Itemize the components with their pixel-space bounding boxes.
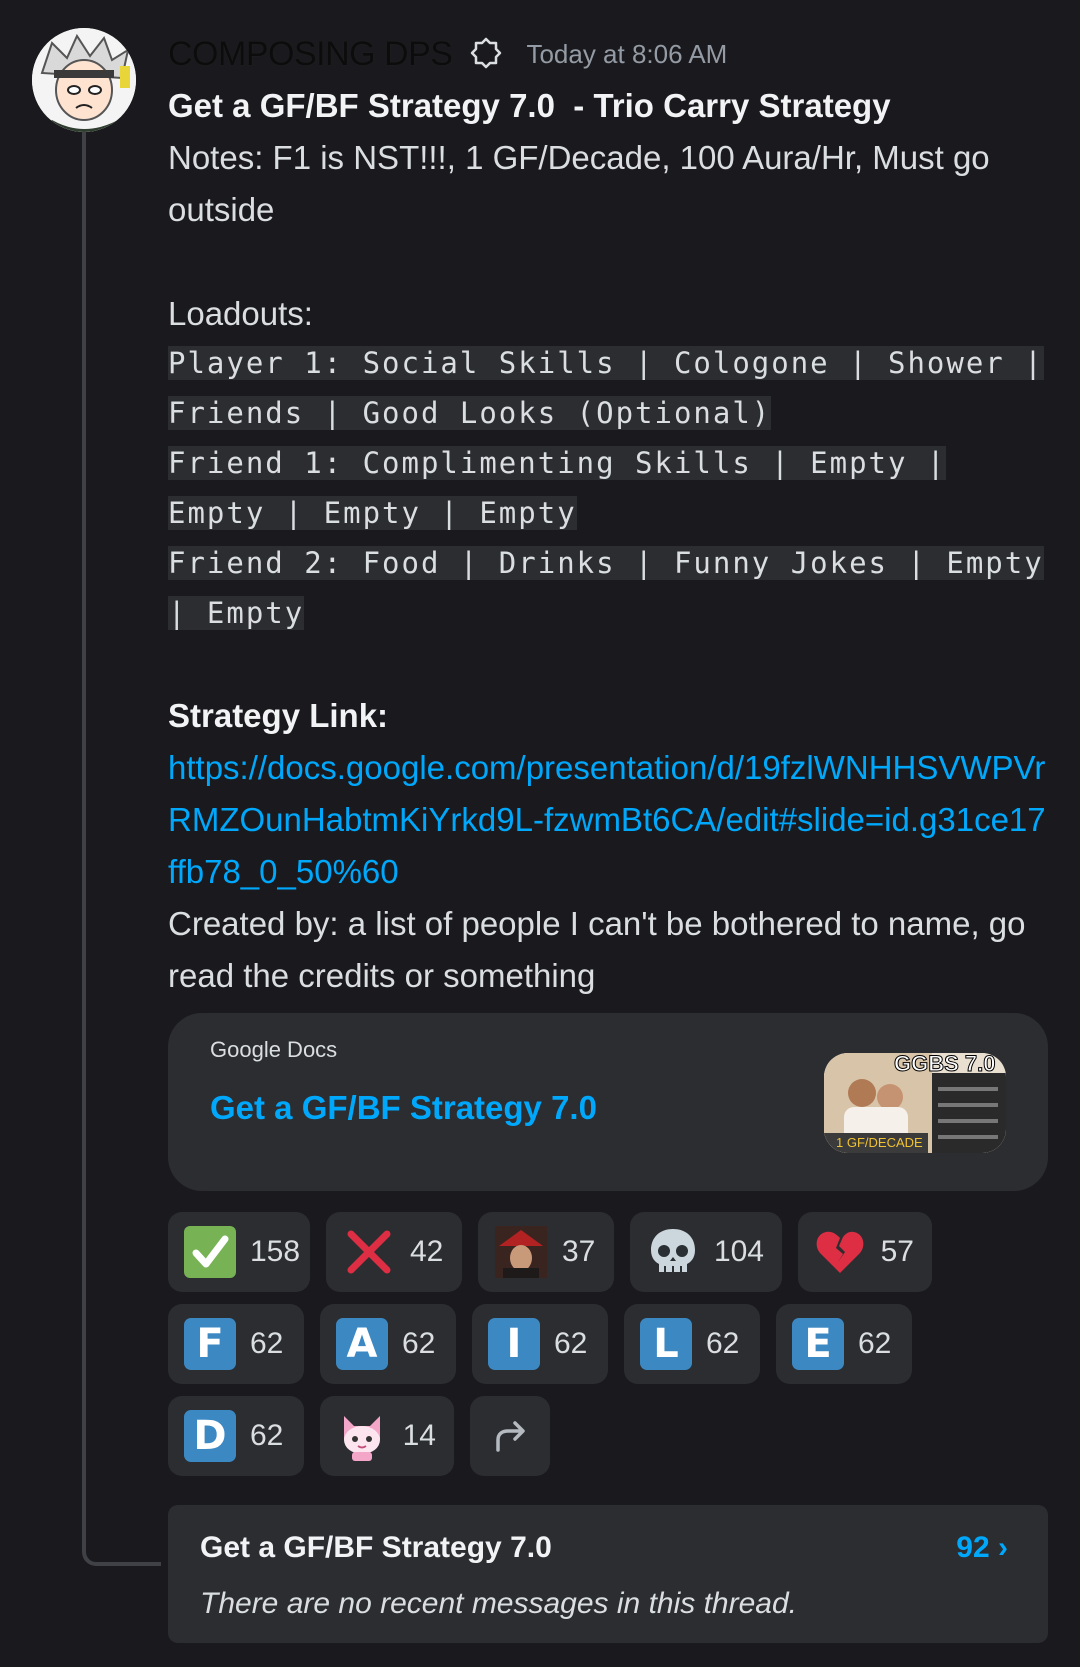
strategy-link-label: Strategy Link: <box>168 697 389 734</box>
message-title: Get a GF/BF Strategy 7.0 - Trio Carry St… <box>168 87 891 124</box>
loadout-line: Player 1: Social Skills | Cologone | Sho… <box>168 346 1044 430</box>
anime-avatar-icon <box>32 28 136 132</box>
letter-i-icon: I <box>488 1318 540 1370</box>
reaction-count: 62 <box>250 1419 284 1452</box>
reaction-letter-l[interactable]: L 62 <box>624 1304 760 1384</box>
check-mark-icon <box>184 1225 236 1279</box>
reaction-letter-d[interactable]: D 62 <box>168 1396 304 1476</box>
reaction-count: 42 <box>410 1235 444 1268</box>
reaction-letter-a[interactable]: A 62 <box>320 1304 456 1384</box>
reaction-row: D 62 14 <box>168 1396 1048 1476</box>
cross-mark-icon <box>342 1225 396 1279</box>
reaction-count: 57 <box>880 1235 914 1268</box>
reaction-count: 104 <box>713 1235 764 1268</box>
created-by-text: Created by: a list of people I can't be … <box>168 905 1035 994</box>
thumbnail-title: GGBS 7.0 <box>894 1053 995 1076</box>
reaction-count: 158 <box>250 1235 301 1268</box>
loadout-line: Friend 2: Food | Drinks | Funny Jokes | … <box>168 546 1044 630</box>
letter-l-icon: L <box>640 1318 692 1370</box>
letter-d-icon: D <box>184 1410 236 1462</box>
reaction-letter-i[interactable]: I 62 <box>472 1304 608 1384</box>
badge-icon[interactable] <box>468 36 504 72</box>
reaction-skull[interactable]: 104 <box>630 1212 782 1292</box>
letter-f-icon: F <box>184 1318 236 1370</box>
reaction-count: 62 <box>706 1327 740 1360</box>
reaction-pink-cat[interactable]: 14 <box>320 1396 454 1476</box>
reaction-count: 37 <box>562 1235 596 1268</box>
forward-arrow-icon <box>496 1421 525 1452</box>
message-notes: Notes: F1 is NST!!!, 1 GF/Decade, 100 Au… <box>168 139 999 228</box>
custom-character-emoji <box>494 1225 548 1279</box>
reaction-row: 158 42 37 104 57 <box>168 1212 1048 1292</box>
timestamp: Today at 8:06 AM <box>526 38 728 69</box>
letter-a-icon: A <box>336 1318 388 1370</box>
message: COMPOSING DPS Today at 8:06 AM Get a GF/… <box>168 28 1053 1002</box>
thread-empty-text: There are no recent messages in this thr… <box>200 1587 797 1620</box>
skull-icon <box>646 1225 700 1279</box>
embed-title[interactable]: Get a GF/BF Strategy 7.0 <box>210 1089 597 1127</box>
username[interactable]: COMPOSING DPS <box>168 35 453 74</box>
reaction-letter-f[interactable]: F 62 <box>168 1304 304 1384</box>
thread-card[interactable]: Get a GF/BF Strategy 7.0 92 › There are … <box>168 1505 1048 1643</box>
broken-heart-icon <box>814 1225 867 1279</box>
link-embed-card: Google Docs Get a GF/BF Strategy 7.0 1 G… <box>168 1013 1048 1191</box>
embed-provider: Google Docs <box>210 1037 338 1062</box>
reaction-check[interactable]: 158 <box>168 1212 310 1292</box>
reaction-row: F 62 A 62 I 62 L 62 E 62 <box>168 1304 1048 1384</box>
reaction-count: 62 <box>554 1327 588 1360</box>
reaction-count: 14 <box>402 1419 436 1452</box>
thread-connector-line <box>82 132 161 1566</box>
letter-e-icon: E <box>792 1318 844 1370</box>
thread-title[interactable]: Get a GF/BF Strategy 7.0 <box>200 1531 552 1565</box>
thread-message-count[interactable]: 92 › <box>956 1531 1008 1565</box>
reaction-custom-character[interactable]: 37 <box>478 1212 614 1292</box>
message-header: COMPOSING DPS Today at 8:06 AM <box>168 28 1053 80</box>
embed-thumbnail[interactable]: 1 GF/DECADE GGBS 7.0 <box>824 1053 1006 1153</box>
reaction-count: 62 <box>858 1327 892 1360</box>
strategy-link[interactable]: https://docs.google.com/presentation/d/1… <box>168 742 1053 898</box>
thumbnail-image-icon: 1 GF/DECADE GGBS 7.0 <box>824 1053 1006 1153</box>
reaction-broken-heart[interactable]: 57 <box>798 1212 932 1292</box>
avatar[interactable] <box>32 28 136 132</box>
loadouts-code-block: Player 1: Social Skills | Cologone | Sho… <box>168 338 1053 638</box>
add-reaction-forward-button[interactable] <box>470 1396 550 1476</box>
thumbnail-caption: 1 GF/DECADE <box>836 1135 923 1150</box>
reaction-count: 62 <box>250 1327 284 1360</box>
pink-cat-emoji <box>336 1409 389 1463</box>
reaction-cross[interactable]: 42 <box>326 1212 462 1292</box>
reactions: 158 42 37 104 57 F 62 A 62 I 62 L 62 E 6… <box>168 1212 1048 1488</box>
reaction-count: 62 <box>402 1327 436 1360</box>
loadouts-heading: Loadouts: <box>168 295 313 332</box>
reaction-letter-e[interactable]: E 62 <box>776 1304 912 1384</box>
loadout-line: Friend 1: Complimenting Skills | Empty |… <box>168 446 947 530</box>
